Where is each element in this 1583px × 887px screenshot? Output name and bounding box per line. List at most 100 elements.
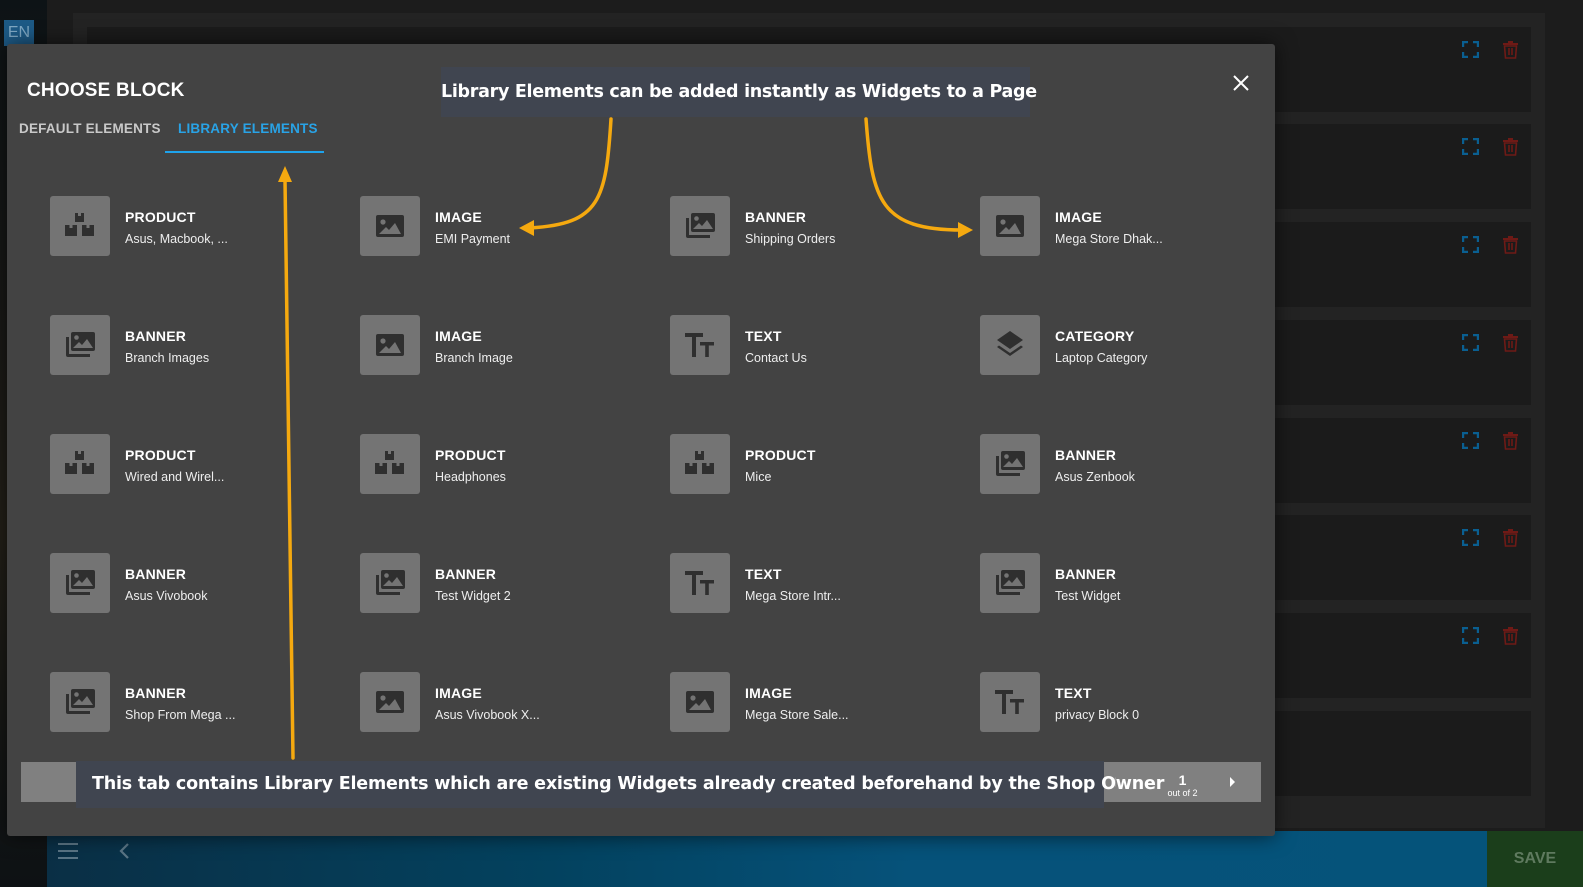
expand-icon[interactable] <box>1462 432 1479 449</box>
item-icon-tile <box>360 196 420 256</box>
image-icon <box>376 334 404 356</box>
library-element-item[interactable]: BANNER Asus Vivobook <box>50 553 350 615</box>
library-element-item[interactable]: TEXT Mega Store Intr... <box>670 553 970 615</box>
item-type-label: BANNER <box>745 209 807 225</box>
item-name-label: Wired and Wirel... <box>125 470 225 484</box>
item-name-label: Mega Store Dhak... <box>1055 232 1163 246</box>
item-type-label: IMAGE <box>435 328 482 344</box>
item-type-label: PRODUCT <box>435 447 506 463</box>
library-element-item[interactable]: BANNER Test Widget 2 <box>360 553 660 615</box>
item-type-label: TEXT <box>1055 685 1092 701</box>
library-element-item[interactable]: PRODUCT Mice <box>670 434 970 496</box>
item-icon-tile <box>50 434 110 494</box>
tab-default-elements[interactable]: DEFAULT ELEMENTS <box>19 121 161 136</box>
image-icon <box>376 215 404 237</box>
trash-icon[interactable] <box>1502 333 1519 352</box>
trash-icon[interactable] <box>1502 431 1519 450</box>
item-type-label: BANNER <box>435 566 497 582</box>
item-type-label: BANNER <box>1055 447 1117 463</box>
item-name-label: Test Widget 2 <box>435 589 511 603</box>
item-name-label: Shipping Orders <box>745 232 836 246</box>
trash-icon[interactable] <box>1502 528 1519 547</box>
library-element-item[interactable]: CATEGORY Laptop Category <box>980 315 1280 377</box>
item-icon-tile <box>980 434 1040 494</box>
expand-icon[interactable] <box>1462 41 1479 58</box>
item-type-label: PRODUCT <box>125 447 196 463</box>
item-name-label: Branch Image <box>435 351 513 365</box>
annotation-callout-bottom: This tab contains Library Elements which… <box>76 761 1164 808</box>
library-element-item[interactable]: TEXT privacy Block 0 <box>980 672 1280 734</box>
item-type-label: CATEGORY <box>1055 328 1135 344</box>
library-element-item[interactable]: BANNER Shipping Orders <box>670 196 970 258</box>
library-element-item[interactable]: IMAGE Mega Store Sale... <box>670 672 970 734</box>
library-element-item[interactable]: BANNER Test Widget <box>980 553 1280 615</box>
library-element-item[interactable]: BANNER Shop From Mega ... <box>50 672 350 734</box>
item-icon-tile <box>360 553 420 613</box>
modal-title: CHOOSE BLOCK <box>27 80 185 101</box>
expand-icon[interactable] <box>1462 138 1479 155</box>
library-element-item[interactable]: BANNER Branch Images <box>50 315 350 377</box>
library-element-item[interactable]: IMAGE Asus Vivobook X... <box>360 672 660 734</box>
item-type-label: IMAGE <box>435 685 482 701</box>
library-element-item[interactable]: TEXT Contact Us <box>670 315 970 377</box>
library-element-item[interactable]: IMAGE Branch Image <box>360 315 660 377</box>
chevron-left-icon[interactable] <box>117 841 131 861</box>
tab-library-elements[interactable]: LIBRARY ELEMENTS <box>178 121 318 136</box>
item-icon-tile <box>670 315 730 375</box>
boxes-icon <box>64 450 96 478</box>
pagination-spacer <box>21 762 76 802</box>
item-type-label: PRODUCT <box>745 447 816 463</box>
item-icon-tile <box>980 315 1040 375</box>
item-icon-tile <box>360 672 420 732</box>
item-type-label: IMAGE <box>1055 209 1102 225</box>
library-element-item[interactable]: IMAGE Mega Store Dhak... <box>980 196 1280 258</box>
images-icon <box>994 450 1026 478</box>
trash-icon[interactable] <box>1502 40 1519 59</box>
item-icon-tile <box>50 196 110 256</box>
library-element-item[interactable]: BANNER Asus Zenbook <box>980 434 1280 496</box>
library-element-item[interactable]: IMAGE EMI Payment <box>360 196 660 258</box>
expand-icon[interactable] <box>1462 627 1479 644</box>
boxes-icon <box>684 450 716 478</box>
boxes-icon <box>374 450 406 478</box>
item-icon-tile <box>50 553 110 613</box>
text-icon <box>995 690 1025 714</box>
hamburger-menu-icon[interactable] <box>58 842 80 860</box>
trash-icon[interactable] <box>1502 137 1519 156</box>
layers-icon <box>996 330 1024 360</box>
item-icon-tile <box>980 196 1040 256</box>
item-type-label: TEXT <box>745 566 782 582</box>
item-name-label: privacy Block 0 <box>1055 708 1140 722</box>
boxes-icon <box>64 212 96 240</box>
expand-icon[interactable] <box>1462 236 1479 253</box>
images-icon <box>994 569 1026 597</box>
item-type-label: IMAGE <box>435 209 482 225</box>
item-name-label: Contact Us <box>745 351 807 365</box>
item-name-label: Test Widget <box>1055 589 1121 603</box>
close-icon[interactable] <box>1230 72 1252 94</box>
item-icon-tile <box>50 672 110 732</box>
trash-icon[interactable] <box>1502 235 1519 254</box>
item-type-label: TEXT <box>745 328 782 344</box>
trash-icon[interactable] <box>1502 626 1519 645</box>
language-badge[interactable]: EN <box>4 20 34 46</box>
library-element-item[interactable]: PRODUCT Wired and Wirel... <box>50 434 350 496</box>
library-element-item[interactable]: PRODUCT Asus, Macbook, ... <box>50 196 350 258</box>
annotation-callout-top: Library Elements can be added instantly … <box>441 67 1037 117</box>
library-element-item[interactable]: PRODUCT Headphones <box>360 434 660 496</box>
item-icon-tile <box>980 553 1040 613</box>
bottom-toolbar <box>47 831 1487 887</box>
save-button[interactable]: SAVE <box>1487 831 1583 887</box>
item-name-label: Asus Vivobook <box>125 589 208 603</box>
expand-icon[interactable] <box>1462 334 1479 351</box>
item-icon-tile <box>50 315 110 375</box>
item-type-label: BANNER <box>125 328 187 344</box>
item-name-label: Headphones <box>435 470 506 484</box>
expand-icon[interactable] <box>1462 529 1479 546</box>
item-icon-tile <box>670 434 730 494</box>
item-icon-tile <box>360 434 420 494</box>
item-icon-tile <box>360 315 420 375</box>
item-name-label: EMI Payment <box>435 232 511 246</box>
image-icon <box>686 691 714 713</box>
next-page-icon[interactable] <box>1228 776 1236 788</box>
